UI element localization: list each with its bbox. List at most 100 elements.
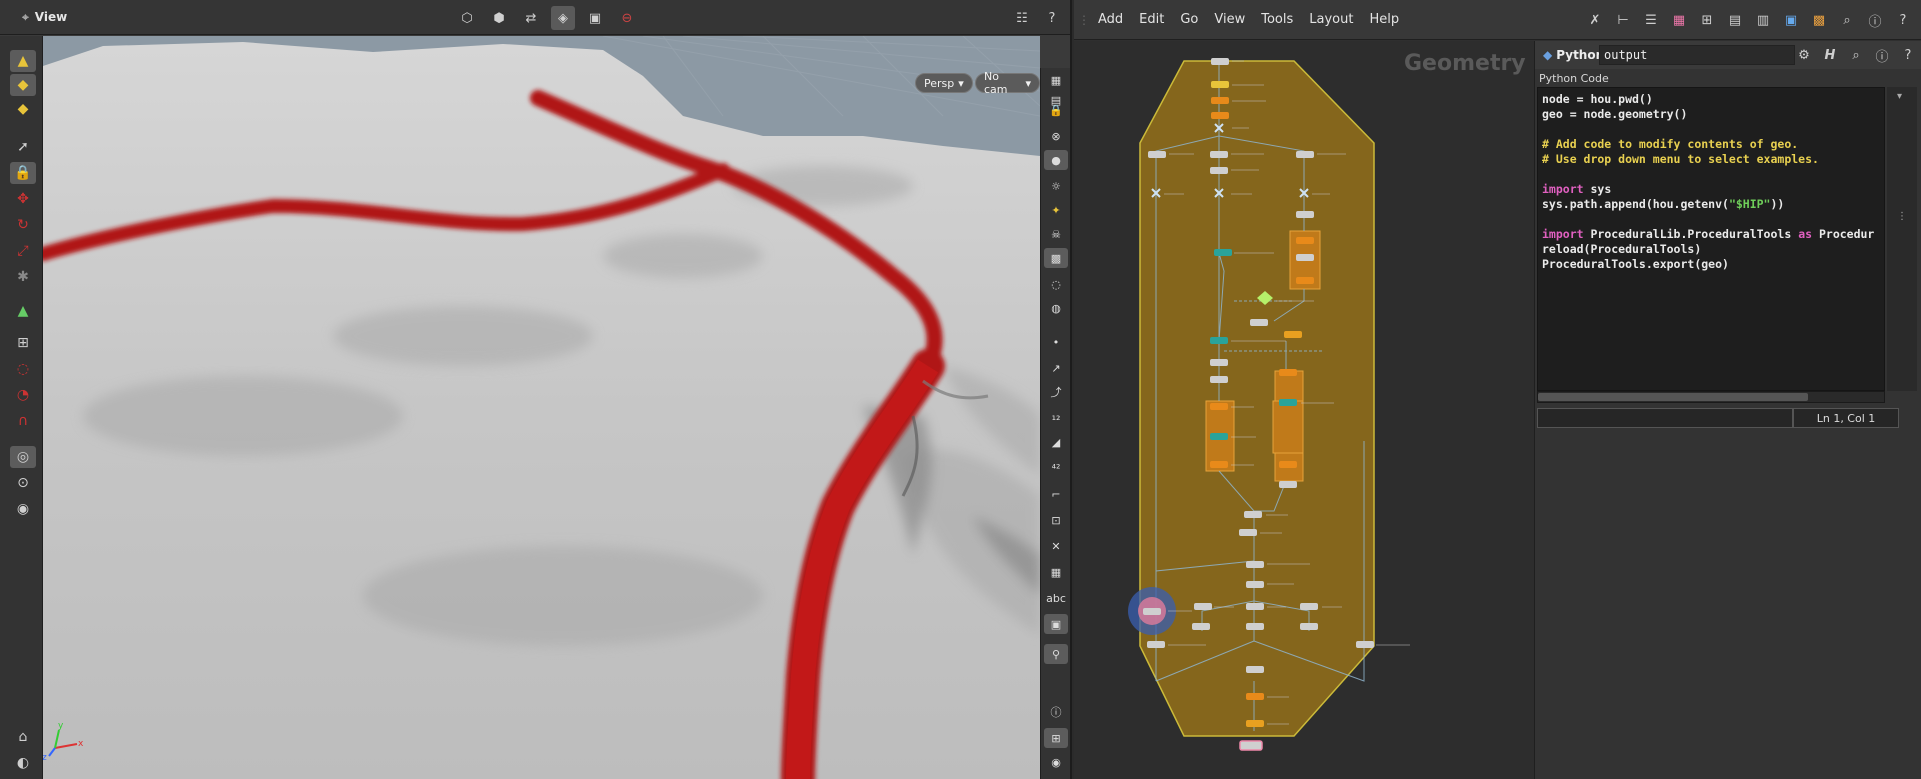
handle-tool-icon[interactable]: ▲ <box>10 300 36 322</box>
pin-icon[interactable]: ⚲ <box>1044 644 1068 664</box>
notes-icon[interactable]: ▥ <box>1753 10 1773 30</box>
shading-mode-icon[interactable]: ● <box>1044 150 1068 170</box>
output-node[interactable] <box>1239 740 1263 751</box>
node[interactable] <box>1210 337 1228 344</box>
point-numbers-icon[interactable]: ₁₂ <box>1044 406 1068 426</box>
node[interactable] <box>1148 151 1166 158</box>
node[interactable] <box>1279 461 1297 468</box>
node[interactable] <box>1296 277 1314 284</box>
code-line[interactable]: geo = node.geometry() <box>1542 107 1880 122</box>
search-icon[interactable]: ⌕ <box>1846 45 1866 65</box>
node[interactable] <box>1356 641 1374 648</box>
code-line[interactable] <box>1542 122 1880 137</box>
select-tool-icon[interactable]: ➚ <box>10 136 36 158</box>
render-view-icon[interactable]: ◉ <box>10 498 36 520</box>
node[interactable] <box>1246 623 1264 630</box>
visibility-icon[interactable]: ◉ <box>1044 752 1068 772</box>
point-display-icon[interactable]: • <box>1044 332 1068 352</box>
pane-layout-icon[interactable]: ☷ <box>1010 6 1034 30</box>
rotate-tool-icon[interactable]: ↻ <box>10 214 36 236</box>
select-points-icon[interactable]: ⬡ <box>455 6 479 30</box>
home-view-icon[interactable]: ⌂ <box>10 726 36 748</box>
node[interactable] <box>1296 237 1314 244</box>
network-view-icon[interactable]: ▤ <box>1725 10 1745 30</box>
help-icon[interactable]: ? <box>1898 45 1918 65</box>
help-icon[interactable]: ? <box>1040 6 1064 30</box>
node[interactable] <box>1246 603 1264 610</box>
wrench-icon[interactable]: ✗ <box>1585 10 1605 30</box>
code-line[interactable]: sys.path.append(hou.getenv("$HIP")) <box>1542 197 1880 212</box>
code-line[interactable] <box>1542 212 1880 227</box>
node[interactable] <box>1300 623 1318 630</box>
menu-layout[interactable]: Layout <box>1301 12 1361 27</box>
display-points-icon[interactable]: ◌ <box>1044 274 1068 294</box>
network-box[interactable] <box>1139 60 1375 737</box>
wireframe-icon[interactable]: ▩ <box>1044 248 1068 268</box>
quad-view-icon[interactable]: ⊞ <box>1044 728 1068 748</box>
code-line[interactable]: # Use drop down menu to select examples. <box>1542 152 1880 167</box>
node[interactable] <box>1210 359 1228 366</box>
bounding-box-icon[interactable]: ⊡ <box>1044 510 1068 530</box>
show-handles-icon[interactable]: ◈ <box>551 6 575 30</box>
headlight-icon[interactable]: ☼ <box>1044 176 1068 196</box>
info-icon[interactable]: ⓘ <box>1872 45 1892 65</box>
camera-menu[interactable]: No cam ▾ <box>975 70 1040 96</box>
node[interactable] <box>1246 720 1264 727</box>
ghost-icon[interactable]: ☠ <box>1044 224 1068 244</box>
node[interactable] <box>1210 433 1228 440</box>
stop-render-icon[interactable]: ⊖ <box>615 6 639 30</box>
select-edges-icon[interactable]: ⬢ <box>487 6 511 30</box>
code-line[interactable]: node = hou.pwd() <box>1542 92 1880 107</box>
node[interactable] <box>1194 603 1212 610</box>
scale-tool-icon[interactable]: ⤢ <box>10 240 36 262</box>
box-icon[interactable]: ▩ <box>1809 10 1829 30</box>
node[interactable] <box>1192 623 1210 630</box>
dynamics-mode-icon[interactable]: ◆ <box>10 98 36 120</box>
prim-normals-icon[interactable]: ◢ <box>1044 432 1068 452</box>
menu-help[interactable]: Help <box>1361 12 1407 27</box>
text-label-icon[interactable]: abc <box>1044 588 1068 608</box>
code-line[interactable]: # Add code to modify contents of geo. <box>1542 137 1880 152</box>
image-icon[interactable]: ▣ <box>1781 10 1801 30</box>
normals-icon[interactable]: ↗ <box>1044 358 1068 378</box>
3d-viewport[interactable]: x y z Persp ▾ No cam ▾ <box>43 36 1040 779</box>
light-icon[interactable]: ✦ <box>1044 200 1068 220</box>
grid-view-icon[interactable]: ⊞ <box>1697 10 1717 30</box>
viewport-tab[interactable]: ⌖ View <box>0 10 67 25</box>
node[interactable] <box>1211 58 1229 65</box>
menu-tools[interactable]: Tools <box>1253 12 1301 27</box>
houdini-help-icon[interactable]: H <box>1820 45 1840 65</box>
search-icon[interactable]: ⌕ <box>1837 10 1857 30</box>
node[interactable] <box>1211 112 1229 119</box>
view-layout-icon[interactable]: ▦ <box>1044 70 1068 90</box>
node[interactable] <box>1214 249 1232 256</box>
node[interactable] <box>1246 561 1264 568</box>
edge-display-icon[interactable]: ⌐ <box>1044 484 1068 504</box>
code-line[interactable]: ProceduralTools.export(geo) <box>1542 257 1880 272</box>
background-image-icon[interactable]: ▣ <box>1044 614 1068 634</box>
info-icon[interactable]: ⓘ <box>1865 10 1885 30</box>
camera-lock-icon[interactable]: 🔒 <box>1044 100 1068 120</box>
node[interactable] <box>1143 608 1161 615</box>
snap-grid-icon[interactable]: ⊞ <box>10 332 36 354</box>
node[interactable] <box>1210 151 1228 158</box>
uv-display-icon[interactable]: ✕ <box>1044 536 1068 556</box>
node[interactable] <box>1244 511 1262 518</box>
move-tool-icon[interactable]: ✥ <box>10 188 36 210</box>
snap-prim-icon[interactable]: ◌ <box>10 358 36 380</box>
node[interactable] <box>1296 211 1314 218</box>
python-code-editor[interactable]: node = hou.pwd() geo = node.geometry() # A… <box>1537 87 1885 391</box>
node[interactable] <box>1210 167 1228 174</box>
node[interactable] <box>1246 693 1264 700</box>
object-mode-icon[interactable]: ◆ <box>10 74 36 96</box>
persp-menu[interactable]: Persp ▾ <box>915 73 973 93</box>
node[interactable] <box>1284 331 1302 338</box>
view-options-icon[interactable]: ◐ <box>10 752 36 774</box>
menu-view[interactable]: View <box>1206 12 1253 27</box>
node[interactable] <box>1300 603 1318 610</box>
node[interactable] <box>1147 641 1165 648</box>
node[interactable] <box>1239 529 1257 536</box>
pose-tool-icon[interactable]: ✱ <box>10 266 36 288</box>
gear-icon[interactable]: ⚙ <box>1794 45 1814 65</box>
node[interactable] <box>1279 481 1297 488</box>
